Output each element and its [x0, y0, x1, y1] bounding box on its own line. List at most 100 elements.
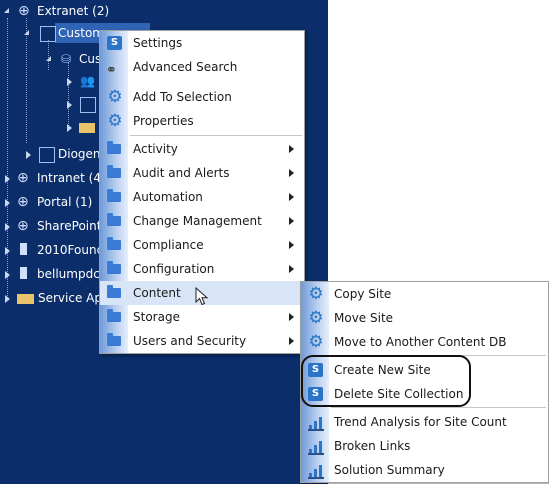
menu-item-label: Move to Another Content DB	[334, 335, 507, 349]
bar-chart-icon	[308, 415, 324, 431]
image-icon	[80, 97, 96, 113]
tree-node-label: Service Ap	[38, 291, 102, 305]
folder-icon	[79, 123, 95, 133]
menu-item-advanced-search[interactable]: ⚭ Advanced Search	[100, 55, 304, 79]
menu-item-label: Users and Security	[133, 334, 247, 348]
tree-node-label: Custom	[58, 26, 104, 40]
folder-icon	[107, 261, 121, 274]
menu-item-label: Automation	[133, 190, 203, 204]
tree-node-label: bellumpdc	[37, 267, 100, 281]
menu-item-label: Content	[133, 286, 181, 300]
menu-item-automation[interactable]: Automation	[100, 185, 304, 209]
gear-icon: ⚙	[308, 284, 324, 304]
folder-icon	[17, 294, 34, 304]
submenu-item-move-to-content-db[interactable]: ⚙ Move to Another Content DB	[301, 330, 548, 354]
menu-item-label: Advanced Search	[133, 60, 238, 74]
menu-separator	[331, 407, 546, 408]
menu-item-label: Copy Site	[334, 287, 392, 301]
gear-icon: ⚙	[308, 308, 324, 328]
tree-node-label: Portal (1)	[37, 195, 93, 209]
globe-icon: ⊕	[17, 194, 29, 210]
menu-item-settings[interactable]: S Settings	[100, 31, 304, 55]
tree-node-images[interactable]	[64, 94, 99, 114]
submenu-arrow-icon	[289, 241, 294, 249]
collapse-arrow-icon[interactable]	[4, 8, 9, 13]
tree-node-label: SharePoint	[37, 219, 102, 233]
menu-item-label: Storage	[133, 310, 180, 324]
submenu-arrow-icon	[289, 169, 294, 177]
menu-item-add-to-selection[interactable]: ⚙ Add To Selection	[100, 85, 304, 109]
submenu-item-solution-summary[interactable]: Solution Summary	[301, 458, 548, 482]
submenu-arrow-icon	[289, 217, 294, 225]
submenu-item-move-site[interactable]: ⚙ Move Site	[301, 306, 548, 330]
sharepoint-icon: S	[107, 36, 122, 50]
gear-icon: ⚙	[107, 111, 123, 131]
expand-arrow-icon[interactable]	[5, 271, 10, 279]
tree-node-folder[interactable]	[64, 117, 99, 137]
globe-icon: ⊕	[17, 170, 29, 186]
server-icon	[20, 243, 27, 255]
expand-arrow-icon[interactable]	[5, 199, 10, 207]
submenu-arrow-icon	[289, 337, 294, 345]
expand-arrow-icon[interactable]	[67, 101, 72, 109]
site-collection-icon	[39, 147, 55, 163]
menu-item-storage[interactable]: Storage	[100, 305, 304, 329]
gear-icon: ⚙	[308, 332, 324, 352]
folder-icon	[107, 285, 121, 298]
expand-arrow-icon[interactable]	[5, 295, 10, 303]
menu-item-label: Audit and Alerts	[133, 166, 230, 180]
server-icon	[20, 267, 27, 279]
menu-item-configuration[interactable]: Configuration	[100, 257, 304, 281]
expand-arrow-icon[interactable]	[5, 223, 10, 231]
bar-chart-icon	[308, 463, 324, 479]
binoculars-icon: ⚭	[106, 63, 117, 78]
folder-icon	[107, 213, 121, 226]
tree-node-label: 2010Found	[37, 243, 105, 257]
tree-node-label: Extranet (2)	[37, 4, 110, 18]
folder-icon	[107, 333, 121, 346]
menu-item-audit-and-alerts[interactable]: Audit and Alerts	[100, 161, 304, 185]
folder-icon	[107, 165, 121, 178]
site-collection-icon	[40, 26, 56, 42]
tree-node-users[interactable]: 👥	[64, 71, 99, 91]
menu-item-label: Solution Summary	[334, 463, 445, 477]
bar-chart-icon	[308, 439, 324, 455]
site-icon: ⛁	[61, 52, 72, 66]
collapse-arrow-icon[interactable]	[46, 56, 51, 61]
menu-item-label: Configuration	[133, 262, 215, 276]
highlight-outline	[301, 355, 471, 407]
users-icon: 👥	[80, 74, 95, 88]
tree-connector	[26, 18, 27, 143]
submenu-item-copy-site[interactable]: ⚙ Copy Site	[301, 282, 548, 306]
folder-icon	[107, 189, 121, 202]
submenu-item-trend-analysis[interactable]: Trend Analysis for Site Count	[301, 410, 548, 434]
expand-arrow-icon[interactable]	[5, 247, 10, 255]
menu-item-compliance[interactable]: Compliance	[100, 233, 304, 257]
globe-icon: ⊕	[18, 3, 30, 19]
tree-node-label: Diogen	[58, 147, 101, 161]
folder-icon	[107, 237, 121, 250]
tree-node-label: Cus	[79, 52, 102, 66]
menu-item-label: Compliance	[133, 238, 204, 252]
collapse-arrow-icon[interactable]	[24, 30, 29, 35]
menu-item-label: Settings	[133, 36, 183, 50]
menu-item-label: Change Management	[133, 214, 262, 228]
globe-icon: ⊕	[17, 218, 29, 234]
submenu-arrow-icon	[289, 313, 294, 321]
tree-connector	[48, 40, 49, 70]
tree-node-label: Intranet (4)	[37, 171, 106, 185]
mouse-cursor-icon	[195, 287, 209, 306]
expand-arrow-icon[interactable]	[67, 78, 72, 86]
menu-item-change-management[interactable]: Change Management	[100, 209, 304, 233]
menu-item-users-and-security[interactable]: Users and Security	[100, 329, 304, 353]
folder-icon	[107, 141, 121, 154]
expand-arrow-icon[interactable]	[67, 124, 72, 132]
menu-item-activity[interactable]: Activity	[100, 137, 304, 161]
menu-item-properties[interactable]: ⚙ Properties	[100, 109, 304, 133]
submenu-item-broken-links[interactable]: Broken Links	[301, 434, 548, 458]
submenu-arrow-icon	[289, 193, 294, 201]
menu-item-label: Properties	[133, 114, 194, 128]
menu-item-label: Add To Selection	[133, 90, 232, 104]
expand-arrow-icon[interactable]	[26, 151, 31, 159]
expand-arrow-icon[interactable]	[5, 175, 10, 183]
